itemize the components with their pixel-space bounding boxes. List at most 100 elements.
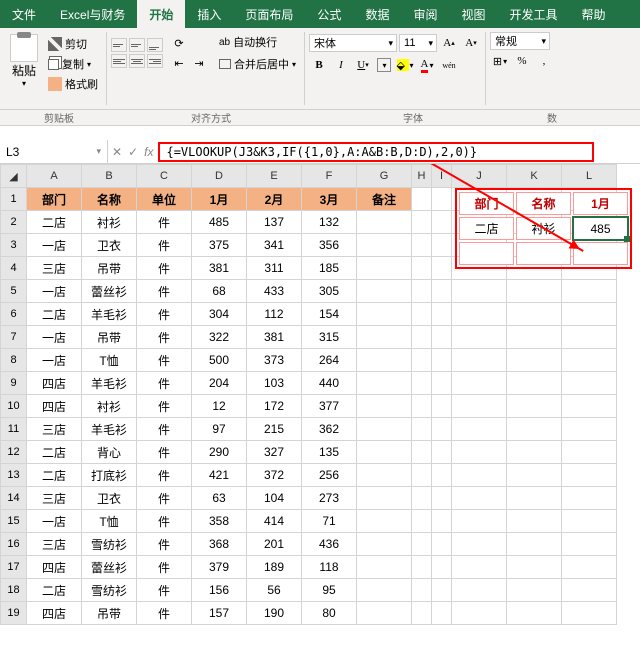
data-cell[interactable]: 件 bbox=[137, 556, 192, 579]
border-button[interactable] bbox=[377, 58, 391, 72]
tab-excel-finance[interactable]: Excel与财务 bbox=[48, 0, 137, 28]
data-cell[interactable]: 103 bbox=[247, 372, 302, 395]
data-cell[interactable] bbox=[357, 602, 412, 625]
data-cell[interactable] bbox=[357, 395, 412, 418]
tab-layout[interactable]: 页面布局 bbox=[233, 0, 305, 28]
font-size-select[interactable]: 11 bbox=[399, 34, 437, 52]
data-cell[interactable]: 290 bbox=[192, 441, 247, 464]
comma-button[interactable]: , bbox=[534, 52, 554, 70]
data-cell[interactable]: 蕾丝衫 bbox=[82, 280, 137, 303]
decrease-indent-button[interactable]: ⇤ bbox=[169, 54, 189, 72]
row-header[interactable]: 15 bbox=[1, 510, 27, 533]
data-cell[interactable] bbox=[357, 533, 412, 556]
data-cell[interactable]: 414 bbox=[247, 510, 302, 533]
data-cell[interactable]: 356 bbox=[302, 234, 357, 257]
col-header[interactable]: A bbox=[27, 165, 82, 188]
data-cell[interactable]: 件 bbox=[137, 280, 192, 303]
wrap-text-button[interactable]: ab自动换行 bbox=[215, 33, 300, 51]
data-cell[interactable]: 12 bbox=[192, 395, 247, 418]
format-painter-button[interactable]: 格式刷 bbox=[44, 75, 102, 93]
orientation-button[interactable]: ⟳ bbox=[169, 34, 189, 52]
data-cell[interactable]: 三店 bbox=[27, 418, 82, 441]
data-cell[interactable]: 311 bbox=[247, 257, 302, 280]
data-cell[interactable]: 卫衣 bbox=[82, 234, 137, 257]
data-cell[interactable]: 四店 bbox=[27, 602, 82, 625]
data-cell[interactable]: 雪纺衫 bbox=[82, 533, 137, 556]
row-header[interactable]: 9 bbox=[1, 372, 27, 395]
data-cell[interactable]: 137 bbox=[247, 211, 302, 234]
data-cell[interactable]: 327 bbox=[247, 441, 302, 464]
data-cell[interactable]: 185 bbox=[302, 257, 357, 280]
worksheet-grid[interactable]: ◢ A B C D E F G H I J K L 1部门名称单位1月2月3月备… bbox=[0, 164, 640, 625]
data-cell[interactable] bbox=[357, 556, 412, 579]
data-cell[interactable]: 154 bbox=[302, 303, 357, 326]
data-cell[interactable]: 381 bbox=[192, 257, 247, 280]
data-cell[interactable]: 件 bbox=[137, 211, 192, 234]
vertical-align-group[interactable] bbox=[111, 38, 163, 68]
merge-center-button[interactable]: 合并后居中▾ bbox=[215, 55, 300, 73]
lookup-header[interactable]: 名称 bbox=[516, 192, 571, 215]
increase-indent-button[interactable]: ⇥ bbox=[189, 54, 209, 72]
paste-button[interactable]: 粘贴 ▾ bbox=[4, 32, 44, 90]
accounting-format-button[interactable]: ⊞ bbox=[490, 52, 510, 70]
row-header[interactable]: 13 bbox=[1, 464, 27, 487]
tab-review[interactable]: 审阅 bbox=[401, 0, 449, 28]
data-cell[interactable]: 件 bbox=[137, 464, 192, 487]
data-cell[interactable]: 71 bbox=[302, 510, 357, 533]
data-cell[interactable]: 一店 bbox=[27, 280, 82, 303]
underline-button[interactable]: U▾ bbox=[353, 56, 373, 74]
data-cell[interactable] bbox=[357, 487, 412, 510]
data-cell[interactable] bbox=[357, 579, 412, 602]
tab-view[interactable]: 视图 bbox=[449, 0, 497, 28]
data-cell[interactable]: 三店 bbox=[27, 533, 82, 556]
data-cell[interactable]: 189 bbox=[247, 556, 302, 579]
increase-font-button[interactable]: A▴ bbox=[439, 34, 459, 52]
row-header[interactable]: 7 bbox=[1, 326, 27, 349]
data-cell[interactable]: 打底衫 bbox=[82, 464, 137, 487]
tab-data[interactable]: 数据 bbox=[353, 0, 401, 28]
tab-help[interactable]: 帮助 bbox=[570, 0, 618, 28]
phonetic-button[interactable]: wén bbox=[439, 56, 459, 74]
table-header-cell[interactable]: 名称 bbox=[82, 188, 137, 211]
row-header[interactable]: 17 bbox=[1, 556, 27, 579]
italic-button[interactable]: I bbox=[331, 56, 351, 74]
data-cell[interactable]: 104 bbox=[247, 487, 302, 510]
data-cell[interactable] bbox=[357, 441, 412, 464]
tab-dev[interactable]: 开发工具 bbox=[497, 0, 569, 28]
data-cell[interactable] bbox=[357, 510, 412, 533]
data-cell[interactable]: 341 bbox=[247, 234, 302, 257]
data-cell[interactable] bbox=[357, 234, 412, 257]
col-header[interactable]: H bbox=[412, 165, 432, 188]
data-cell[interactable]: 二店 bbox=[27, 303, 82, 326]
data-cell[interactable]: 三店 bbox=[27, 257, 82, 280]
data-cell[interactable]: 273 bbox=[302, 487, 357, 510]
data-cell[interactable]: 80 bbox=[302, 602, 357, 625]
decrease-font-button[interactable]: A▾ bbox=[461, 34, 481, 52]
font-color-button[interactable]: A bbox=[417, 56, 437, 74]
data-cell[interactable]: 377 bbox=[302, 395, 357, 418]
data-cell[interactable]: 118 bbox=[302, 556, 357, 579]
data-cell[interactable]: 件 bbox=[137, 418, 192, 441]
table-header-cell[interactable]: 部门 bbox=[27, 188, 82, 211]
data-cell[interactable]: 吊带 bbox=[82, 326, 137, 349]
data-cell[interactable]: 四店 bbox=[27, 556, 82, 579]
data-cell[interactable]: 衬衫 bbox=[82, 395, 137, 418]
tab-file[interactable]: 文件 bbox=[0, 0, 48, 28]
data-cell[interactable]: 件 bbox=[137, 579, 192, 602]
lookup-header[interactable]: 1月 bbox=[573, 192, 628, 215]
data-cell[interactable]: 368 bbox=[192, 533, 247, 556]
data-cell[interactable]: 375 bbox=[192, 234, 247, 257]
data-cell[interactable]: 358 bbox=[192, 510, 247, 533]
col-header[interactable]: J bbox=[452, 165, 507, 188]
data-cell[interactable]: 362 bbox=[302, 418, 357, 441]
row-header[interactable]: 11 bbox=[1, 418, 27, 441]
data-cell[interactable] bbox=[357, 418, 412, 441]
data-cell[interactable]: 件 bbox=[137, 372, 192, 395]
data-cell[interactable]: 件 bbox=[137, 257, 192, 280]
data-cell[interactable]: 500 bbox=[192, 349, 247, 372]
data-cell[interactable]: 件 bbox=[137, 441, 192, 464]
data-cell[interactable] bbox=[357, 211, 412, 234]
data-cell[interactable]: 雪纺衫 bbox=[82, 579, 137, 602]
cut-button[interactable]: 剪切 bbox=[44, 35, 102, 53]
row-header[interactable]: 4 bbox=[1, 257, 27, 280]
